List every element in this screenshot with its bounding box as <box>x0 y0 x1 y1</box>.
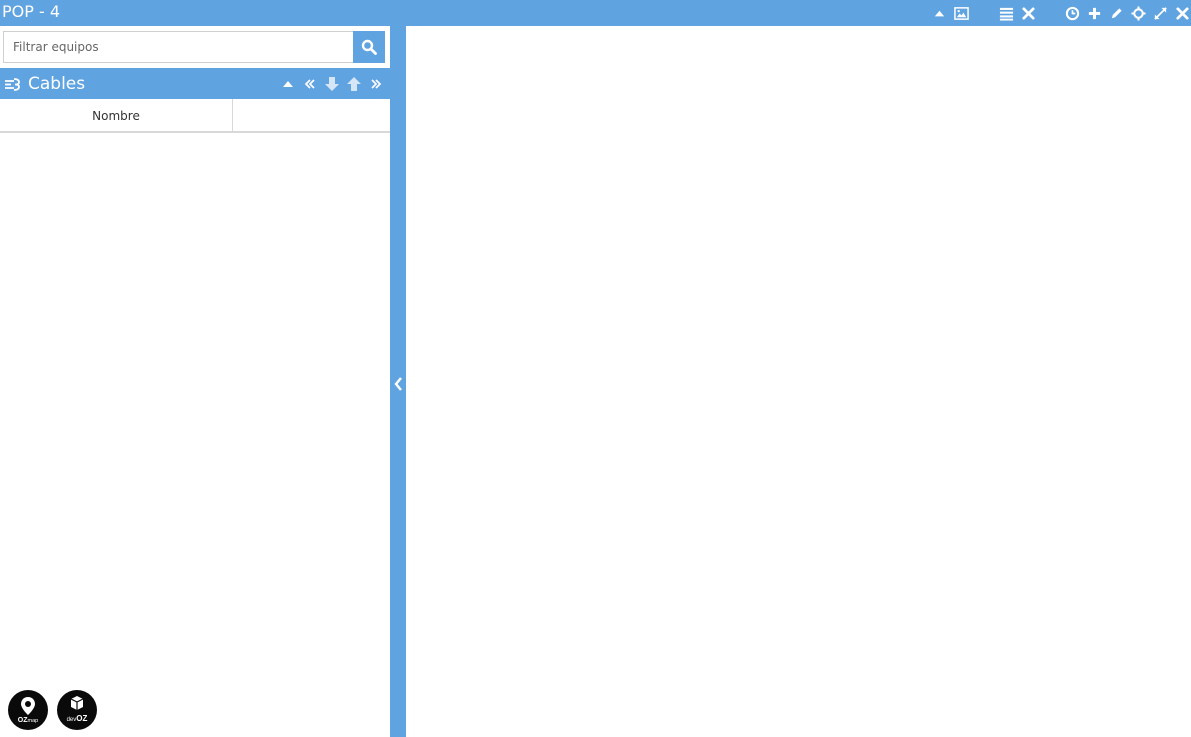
pencil-icon[interactable] <box>1106 3 1126 23</box>
column-header-nombre[interactable]: Nombre <box>0 99 233 132</box>
list-icon[interactable] <box>996 3 1016 23</box>
chevron-left-icon[interactable] <box>393 376 403 392</box>
panel-title: Cables <box>28 74 86 94</box>
main-canvas[interactable] <box>406 26 1191 737</box>
cables-panel-header: Cables <box>0 68 390 99</box>
image-icon[interactable] <box>951 3 971 23</box>
search-input[interactable] <box>3 31 353 63</box>
crosshair-icon[interactable] <box>1128 3 1148 23</box>
double-left-icon[interactable] <box>301 74 319 93</box>
close-x-icon[interactable] <box>1018 3 1038 23</box>
clock-icon[interactable] <box>1062 3 1082 23</box>
collapse-up-icon[interactable] <box>929 3 949 23</box>
collapse-up-icon[interactable] <box>279 74 297 93</box>
ozmap-logo[interactable]: OZmap <box>8 690 48 730</box>
plus-icon[interactable] <box>1084 3 1104 23</box>
panel-splitter[interactable] <box>390 26 406 737</box>
search-bar <box>3 31 385 63</box>
sidebar: Cables Nombre OZmap devOZ <box>0 26 390 737</box>
close-icon[interactable] <box>1172 3 1191 23</box>
devoz-logo[interactable]: devOZ <box>57 690 97 730</box>
cable-icon <box>5 78 20 91</box>
arrow-up-icon[interactable] <box>345 74 363 93</box>
search-icon <box>361 39 377 55</box>
table-header: Nombre <box>0 99 390 133</box>
window-titlebar: POP - 4 <box>0 0 1191 26</box>
double-right-icon[interactable] <box>367 74 385 93</box>
svg-text:OZmap: OZmap <box>18 717 38 724</box>
window-title: POP - 4 <box>2 2 61 21</box>
svg-text:devOZ: devOZ <box>67 714 88 723</box>
arrow-down-icon[interactable] <box>323 74 341 93</box>
expand-icon[interactable] <box>1150 3 1170 23</box>
search-button[interactable] <box>353 31 385 63</box>
